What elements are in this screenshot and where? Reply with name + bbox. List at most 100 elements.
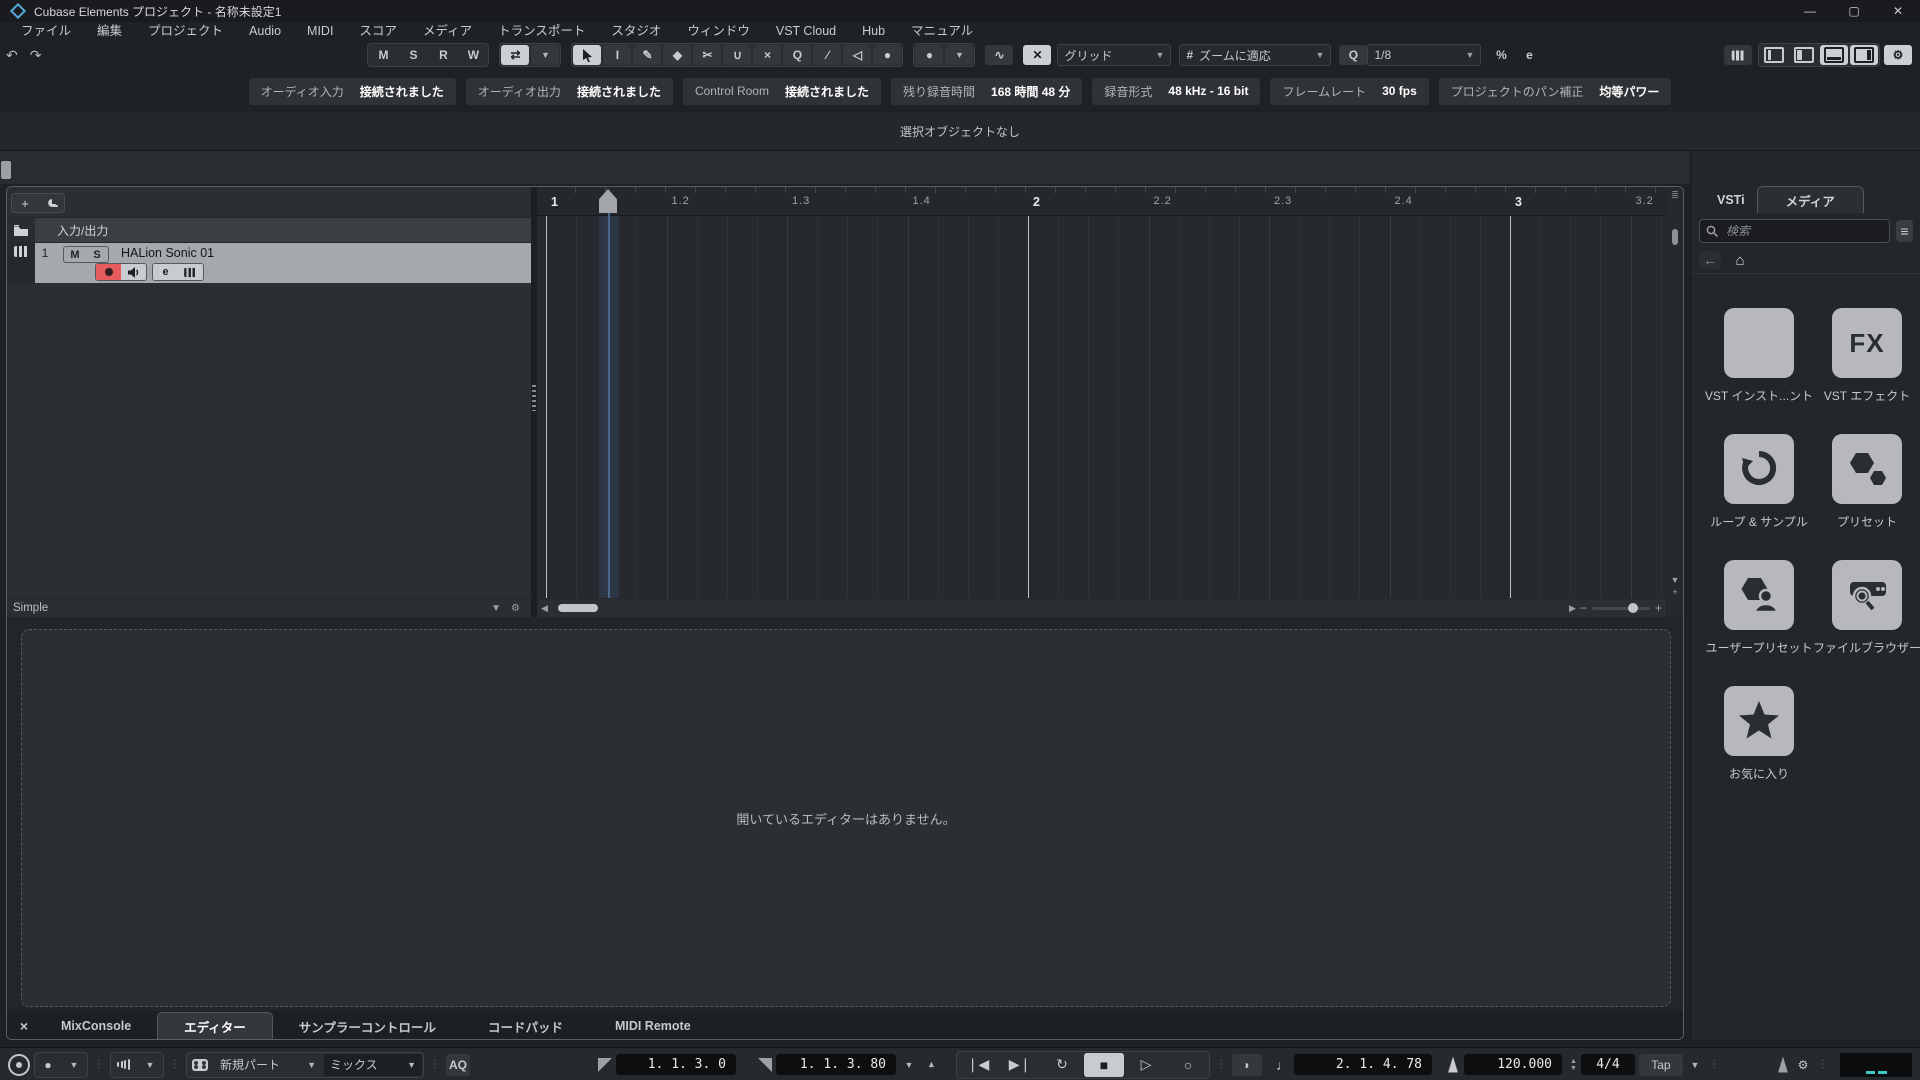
maximize-button[interactable]: ▢ — [1832, 0, 1876, 22]
undo-button[interactable]: ↶ — [0, 47, 24, 64]
punch-out-icon[interactable]: ▼ — [922, 1054, 940, 1076]
right-locator-display[interactable]: 1. 1. 3. 80 — [776, 1054, 896, 1075]
monitor-button[interactable] — [121, 264, 146, 280]
midi-record-mode-dropdown[interactable]: ▼ — [62, 1054, 86, 1076]
record-button[interactable]: ○ — [1168, 1053, 1208, 1077]
menu-item-1[interactable]: 編集 — [84, 22, 135, 40]
secondary-time-display[interactable]: 2. 1. 4. 78 — [1294, 1054, 1432, 1075]
back-icon[interactable]: ← — [1699, 251, 1721, 269]
menu-item-11[interactable]: Hub — [849, 22, 898, 40]
audio-record-mode-dropdown[interactable]: ▼ — [138, 1054, 162, 1076]
tempo-display[interactable]: 120.000 — [1464, 1054, 1562, 1075]
play-tool[interactable]: ◁ — [843, 45, 872, 65]
minimize-button[interactable]: — — [1788, 0, 1832, 22]
menu-item-0[interactable]: ファイル — [8, 22, 84, 40]
tap-tempo-button[interactable]: Tap — [1638, 1053, 1683, 1076]
tab-media[interactable]: メディア — [1756, 186, 1864, 213]
object-selection-tool[interactable] — [573, 45, 602, 65]
home-icon[interactable]: ⌂ — [1729, 251, 1751, 269]
mix-mode-select[interactable]: ミックス ▼ — [324, 1053, 422, 1076]
zoom-slider[interactable] — [1591, 602, 1650, 613]
right-zone-toggle[interactable] — [1850, 45, 1878, 65]
mute-all-button[interactable]: M — [369, 45, 397, 65]
menu-item-2[interactable]: プロジェクト — [135, 22, 236, 40]
vzoom-in-icon[interactable]: + — [1672, 587, 1677, 597]
audio-performance-meter[interactable] — [1840, 1052, 1912, 1077]
scroll-left-icon[interactable]: ◀ — [541, 603, 548, 614]
zoom-in-icon[interactable]: + — [1655, 601, 1662, 615]
chord-pads-icon[interactable] — [188, 1054, 212, 1076]
read-automation-button[interactable]: R — [429, 45, 457, 65]
media-tile-hexagons[interactable] — [1832, 434, 1902, 504]
line-tool[interactable]: ∕ — [813, 45, 842, 65]
insert-part-select[interactable]: 新規パート ▼ — [214, 1054, 322, 1076]
draw-tool[interactable]: ✎ — [633, 45, 662, 65]
left-zone-toggle[interactable] — [1760, 45, 1788, 65]
punch-in-icon[interactable]: ▼ — [900, 1054, 918, 1076]
range-selection-tool[interactable]: I — [603, 45, 632, 65]
menu-item-12[interactable]: マニュアル — [898, 22, 986, 40]
edit-instrument-button[interactable] — [178, 264, 203, 280]
lower-zone-tab-3[interactable]: コードパッド — [462, 1013, 589, 1039]
redo-button[interactable]: ↷ — [24, 47, 48, 64]
grid-type-select[interactable]: # ズームに適応 ▼ — [1179, 44, 1332, 66]
snap-button[interactable]: ✕ — [1023, 45, 1052, 65]
split-tool[interactable]: ✂ — [693, 45, 722, 65]
timeline-ruler[interactable]: 1 1.2 1.3 1.4 2 2.2 2.3 2.4 3 3.2 — [537, 187, 1666, 216]
media-tile-star[interactable] — [1724, 686, 1794, 756]
color-dropdown[interactable]: ▼ — [945, 45, 974, 65]
solo-all-button[interactable]: S — [399, 45, 427, 65]
track-view-preset[interactable]: Simple — [13, 602, 48, 614]
goto-previous-marker-button[interactable]: ❘◀ — [958, 1053, 998, 1077]
automation-curve-button[interactable]: ∿ — [985, 45, 1014, 65]
autoscroll-icon[interactable]: ⇄ — [501, 45, 530, 65]
midi-record-mode-icon[interactable]: ● — [36, 1054, 60, 1076]
metronome-icon[interactable] — [1778, 1056, 1788, 1073]
hscroll-thumb[interactable] — [557, 604, 598, 612]
glue-tool[interactable]: ∪ — [723, 45, 752, 65]
horizontal-scrollbar[interactable]: ◀ ▶ − + — [537, 598, 1666, 617]
lower-zone-tab-2[interactable]: サンプラーコントロール — [273, 1013, 462, 1039]
media-tile-fx[interactable]: FX — [1832, 308, 1902, 378]
mute-tool[interactable]: × — [753, 45, 782, 65]
open-quantize-panel-button[interactable]: e — [1515, 45, 1543, 65]
media-tile-file-browser[interactable] — [1832, 560, 1902, 630]
vscroll-thumb[interactable] — [1672, 229, 1678, 245]
track-mute-button[interactable]: M — [64, 247, 86, 262]
lower-zone-toggle[interactable] — [1820, 45, 1848, 65]
zoom-out-icon[interactable]: − — [1580, 601, 1587, 615]
apply-quantize-button[interactable]: % — [1487, 45, 1515, 65]
menu-item-9[interactable]: ウィンドウ — [674, 22, 763, 40]
menu-item-5[interactable]: スコア — [346, 22, 410, 40]
menu-item-7[interactable]: トランスポート — [485, 22, 598, 40]
time-signature-display[interactable]: 4/4 — [1580, 1054, 1635, 1075]
event-display[interactable]: 1 1.2 1.3 1.4 2 2.2 2.3 2.4 3 3.2 ◀ ▶ − + — [537, 187, 1666, 617]
tempo-track-icon[interactable] — [1448, 1056, 1458, 1073]
footer-gear-icon[interactable]: ⚙ — [506, 603, 525, 614]
add-track-button[interactable]: + — [12, 194, 38, 212]
audio-record-mode-icon[interactable] — [112, 1054, 136, 1076]
left-zone-alt-toggle[interactable] — [1790, 45, 1818, 65]
menu-item-3[interactable]: Audio — [236, 22, 294, 40]
dock-handle[interactable] — [1, 161, 11, 179]
close-lower-zone-icon[interactable]: × — [13, 1013, 35, 1039]
erase-tool[interactable]: ◆ — [663, 45, 692, 65]
menu-item-10[interactable]: VST Cloud — [763, 22, 849, 40]
menu-item-8[interactable]: スタジオ — [598, 22, 674, 40]
results-list-icon[interactable]: ≡ — [1896, 220, 1913, 242]
media-tile-piano[interactable] — [1724, 308, 1794, 378]
media-tile-user-preset[interactable] — [1724, 560, 1794, 630]
setup-toolbar-button[interactable]: ⚙ — [1884, 45, 1912, 65]
record-enable-button[interactable] — [96, 264, 121, 280]
shuttle-icon[interactable]: ◗ — [1232, 1053, 1262, 1076]
write-automation-button[interactable]: W — [459, 45, 487, 65]
auto-quantize-button[interactable]: AQ — [446, 1053, 470, 1076]
track-solo-button[interactable]: S — [86, 247, 108, 262]
right-locator-icon[interactable] — [758, 1057, 772, 1072]
divider-grip[interactable] — [532, 385, 536, 411]
stop-button[interactable]: ■ — [1084, 1052, 1124, 1077]
lower-zone-tab-0[interactable]: MixConsole — [35, 1013, 157, 1039]
scroll-right-icon[interactable]: ▶ — [1569, 603, 1576, 614]
media-tile-loop[interactable] — [1724, 434, 1794, 504]
lower-zone-tab-1[interactable]: エディター — [157, 1012, 273, 1039]
